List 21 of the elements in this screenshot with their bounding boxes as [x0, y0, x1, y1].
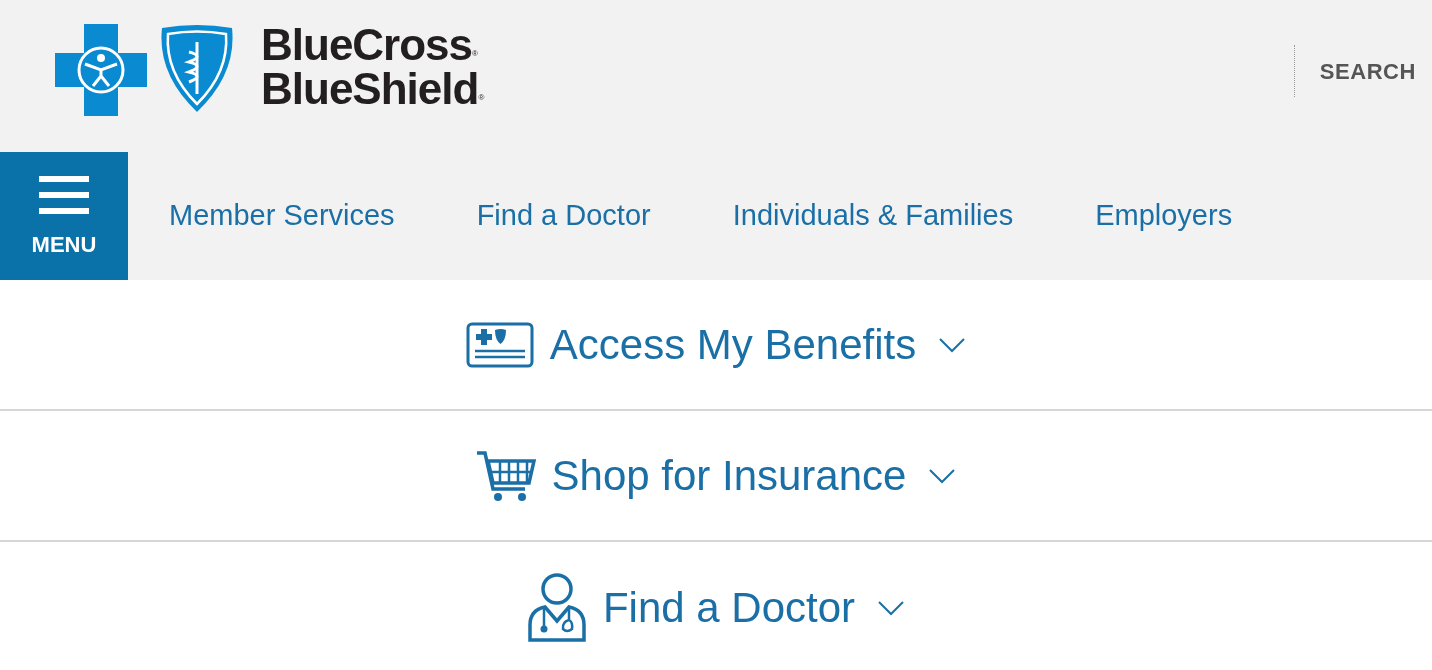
search-link[interactable]: SEARCH [1319, 54, 1416, 88]
registered-mark: ® [472, 49, 478, 58]
chevron-down-icon [938, 336, 967, 353]
menu-icon [39, 175, 89, 214]
nav-link[interactable]: Member Services [169, 194, 395, 238]
chevron-down-icon [928, 467, 957, 484]
chevron-down-icon [877, 599, 906, 616]
cross-logo-icon [55, 24, 147, 116]
doctor-icon [526, 572, 587, 643]
id-card-icon [465, 321, 534, 368]
shopping-cart-icon [475, 449, 536, 502]
logo-text: BlueShield [261, 67, 479, 111]
accordion-header[interactable]: Find a Doctor [0, 542, 1432, 670]
nav-link[interactable]: Employers [1095, 194, 1233, 238]
nav-link[interactable]: Find a Doctor [476, 194, 651, 238]
accordion-header[interactable]: Access My Benefits [0, 280, 1432, 411]
menu-button[interactable]: MENU [0, 152, 128, 280]
nav-link[interactable]: Individuals & Families [732, 194, 1014, 238]
registered-mark: ® [478, 93, 485, 102]
accordion-header[interactable]: Shop for Insurance [0, 411, 1432, 542]
logo-text: BlueCross [261, 23, 473, 67]
